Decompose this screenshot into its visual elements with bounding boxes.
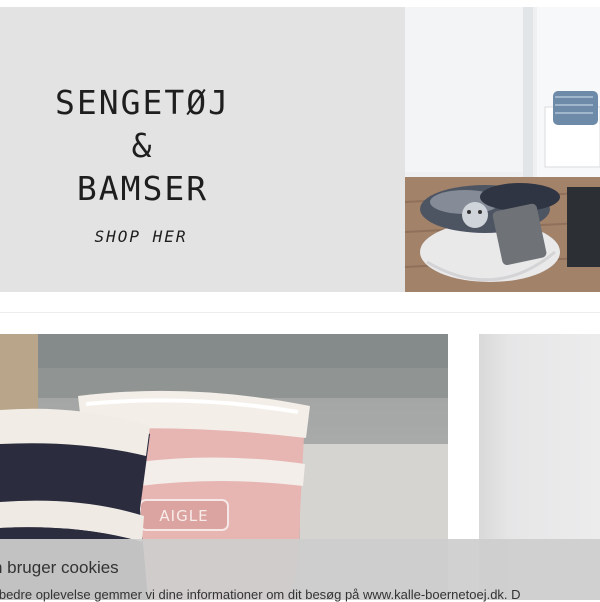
banner-heading-line: SENGETØJ (55, 83, 230, 122)
banner-heading-line: & (131, 126, 154, 165)
cookie-notice: n bruger cookies n bedre oplevelse gemme… (0, 539, 600, 602)
boot-brand-label: AIGLE (159, 507, 208, 525)
bedding-photo[interactable] (405, 7, 600, 292)
cookie-title: n bruger cookies (0, 558, 119, 577)
banner-heading: SENGETØJ & BAMSER (0, 81, 285, 210)
bedding-photo-illustration (405, 7, 600, 292)
shop-her-link[interactable]: SHOP HER (0, 227, 282, 246)
hero-banner: SENGETØJ & BAMSER SHOP HER (0, 7, 600, 292)
banner-heading-line: BAMSER (76, 169, 209, 208)
section-divider (0, 312, 600, 313)
banner-text-panel[interactable]: SENGETØJ & BAMSER SHOP HER (0, 7, 405, 292)
